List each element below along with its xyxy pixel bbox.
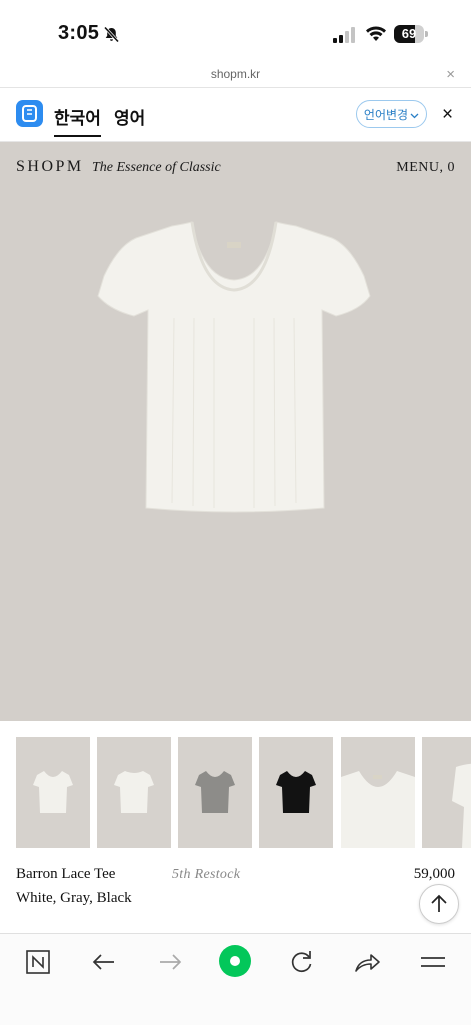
product-hero[interactable]: SHOPM The Essence of Classic MENU, 0 [0, 142, 471, 721]
tee-closeup-icon [341, 771, 415, 848]
bell-slash-icon [103, 26, 120, 43]
share-icon[interactable] [349, 946, 385, 978]
url-close-icon[interactable]: × [446, 66, 455, 83]
forward-arrow-icon[interactable] [152, 946, 188, 978]
thumb-neck-detail[interactable] [341, 737, 415, 848]
url-text[interactable]: shopm.kr [0, 67, 471, 81]
translate-bar: 한국어 영어 언어변경 × [0, 88, 471, 142]
bottom-nav [0, 933, 471, 1025]
arrow-up-icon [431, 894, 447, 912]
battery-icon: 69 [394, 25, 424, 43]
product-name[interactable]: Barron Lace Tee [16, 866, 115, 883]
refresh-icon[interactable] [283, 946, 319, 978]
product-image-tee[interactable] [96, 218, 372, 514]
signal-icon [333, 27, 355, 43]
tab-english[interactable]: 영어 [114, 104, 145, 129]
status-bar: 3:05 69 [0, 0, 471, 62]
back-arrow-icon[interactable] [86, 946, 122, 978]
chevron-down-icon [410, 113, 419, 119]
menu-icon[interactable] [415, 946, 451, 978]
scroll-top-button[interactable] [419, 884, 459, 924]
papago-logo-icon [16, 100, 43, 127]
tee-thumbnail-icon [195, 771, 235, 813]
thumbnail-strip[interactable] [16, 737, 471, 848]
menu-button[interactable]: MENU, 0 [396, 160, 455, 176]
thumb-white-front[interactable] [16, 737, 90, 848]
battery-cap [425, 31, 428, 37]
brand-logo[interactable]: SHOPM [16, 158, 84, 176]
thumb-sleeve-detail[interactable] [422, 737, 471, 848]
home-green-icon[interactable] [219, 945, 251, 977]
thumb-gray[interactable] [178, 737, 252, 848]
status-time: 3:05 [58, 22, 100, 44]
restock-badge: 5th Restock [172, 867, 241, 882]
translate-close-icon[interactable]: × [442, 104, 453, 126]
tab-korean[interactable]: 한국어 [54, 104, 101, 137]
tee-thumbnail-icon [276, 771, 316, 813]
naver-logo-icon[interactable] [20, 946, 56, 978]
change-language-label: 언어변경 [363, 108, 409, 122]
product-price: 59,000 [413, 866, 455, 882]
tee-thumbnail-icon [33, 771, 73, 813]
tee-thumbnail-icon [114, 771, 154, 813]
tee-sleeve-icon [452, 763, 471, 848]
wifi-icon [366, 26, 386, 41]
battery-percentage: 69 [401, 26, 417, 41]
url-bar[interactable]: shopm.kr × [0, 62, 471, 88]
thumb-black[interactable] [259, 737, 333, 848]
change-language-button[interactable]: 언어변경 [356, 100, 427, 128]
papago-glyph-icon [22, 105, 37, 122]
brand-tagline: The Essence of Classic [92, 160, 221, 175]
product-colors: White, Gray, Black [16, 890, 132, 906]
thumb-white-back[interactable] [97, 737, 171, 848]
